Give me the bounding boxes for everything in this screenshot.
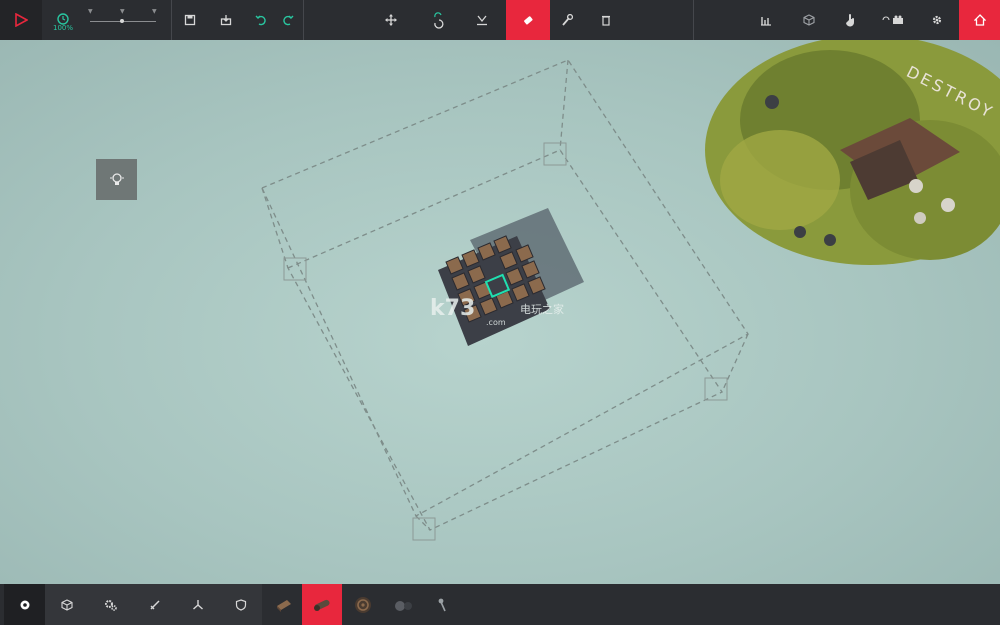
spike-ball-icon bbox=[436, 597, 450, 613]
category-armour-button[interactable] bbox=[219, 584, 262, 625]
eraser-icon bbox=[522, 14, 534, 26]
part-wheel[interactable] bbox=[346, 584, 380, 625]
snap-tool-button[interactable] bbox=[471, 0, 493, 40]
mouse-input-button[interactable] bbox=[840, 0, 862, 40]
key-mapper-icon bbox=[881, 14, 905, 26]
sim-speed-label: 100% bbox=[53, 24, 74, 32]
cannon-icon bbox=[310, 596, 334, 614]
redo-button[interactable] bbox=[278, 0, 298, 40]
home-button[interactable] bbox=[959, 0, 1000, 40]
rotate-icon bbox=[432, 11, 446, 29]
wooden-block-icon bbox=[274, 597, 294, 613]
home-icon bbox=[973, 14, 986, 26]
island-scenery bbox=[705, 40, 1000, 265]
translate-tool-button[interactable] bbox=[380, 0, 402, 40]
hand-pointer-icon bbox=[845, 13, 857, 27]
play-button[interactable] bbox=[0, 0, 42, 40]
category-basic-button[interactable] bbox=[4, 584, 45, 625]
lightbulb-icon bbox=[109, 172, 125, 188]
bomb-icon bbox=[392, 597, 414, 613]
wrench-icon bbox=[561, 14, 573, 26]
shield-icon bbox=[235, 598, 247, 611]
wheel-icon bbox=[353, 595, 373, 615]
play-icon bbox=[14, 13, 28, 27]
sword-icon bbox=[149, 599, 161, 611]
eraser-tool-button[interactable] bbox=[506, 0, 550, 40]
time-scale-button[interactable] bbox=[52, 0, 74, 40]
bar-chart-icon bbox=[760, 14, 772, 26]
delete-button[interactable] bbox=[595, 0, 617, 40]
settings-button[interactable] bbox=[926, 0, 948, 40]
load-button[interactable] bbox=[216, 0, 236, 40]
move-arrows-icon bbox=[385, 14, 397, 26]
rotate-tool-button[interactable] bbox=[428, 0, 450, 40]
gears-icon bbox=[104, 599, 118, 611]
stats-button[interactable] bbox=[755, 0, 777, 40]
part-wooden-block[interactable] bbox=[266, 584, 302, 625]
watermark-com: .com bbox=[486, 318, 506, 327]
slider-tick-icon: ▼ bbox=[152, 8, 157, 15]
circle-dot-icon bbox=[19, 599, 31, 611]
part-cannon[interactable] bbox=[302, 584, 342, 625]
view-cube-button[interactable] bbox=[798, 0, 820, 40]
toolbar-divider bbox=[693, 0, 694, 40]
slider-tick-icon: ▼ bbox=[88, 8, 93, 15]
light-toggle-button[interactable] bbox=[96, 159, 137, 200]
save-icon bbox=[184, 14, 196, 26]
key-mapper-button[interactable] bbox=[878, 0, 908, 40]
gear-icon bbox=[931, 14, 943, 26]
load-icon bbox=[220, 14, 232, 26]
toolbar-divider bbox=[303, 0, 304, 40]
redo-icon bbox=[282, 14, 294, 26]
category-flight-button[interactable] bbox=[176, 584, 219, 625]
slider-tick-icon: ▼ bbox=[120, 8, 125, 15]
category-mechanical-button[interactable] bbox=[89, 584, 133, 625]
watermark-cn: 电玩之家 bbox=[520, 303, 564, 316]
propeller-icon bbox=[192, 599, 204, 611]
toolbar-divider bbox=[171, 0, 172, 40]
cube-icon bbox=[61, 598, 73, 611]
trash-icon bbox=[600, 14, 612, 26]
category-weapons-button[interactable] bbox=[133, 584, 176, 625]
part-bomb[interactable] bbox=[386, 584, 420, 625]
zone-corner-ornaments bbox=[283, 142, 728, 541]
snap-down-icon bbox=[476, 14, 488, 26]
watermark: k73 bbox=[430, 296, 476, 321]
cube-icon bbox=[803, 14, 815, 26]
world-view[interactable] bbox=[0, 40, 1000, 584]
save-button[interactable] bbox=[180, 0, 200, 40]
category-blocks-button[interactable] bbox=[45, 584, 89, 625]
time-slider-knob[interactable] bbox=[120, 19, 124, 23]
undo-icon bbox=[255, 14, 267, 26]
part-spike-ball[interactable] bbox=[428, 584, 458, 625]
undo-button[interactable] bbox=[251, 0, 271, 40]
wrench-tool-button[interactable] bbox=[556, 0, 578, 40]
